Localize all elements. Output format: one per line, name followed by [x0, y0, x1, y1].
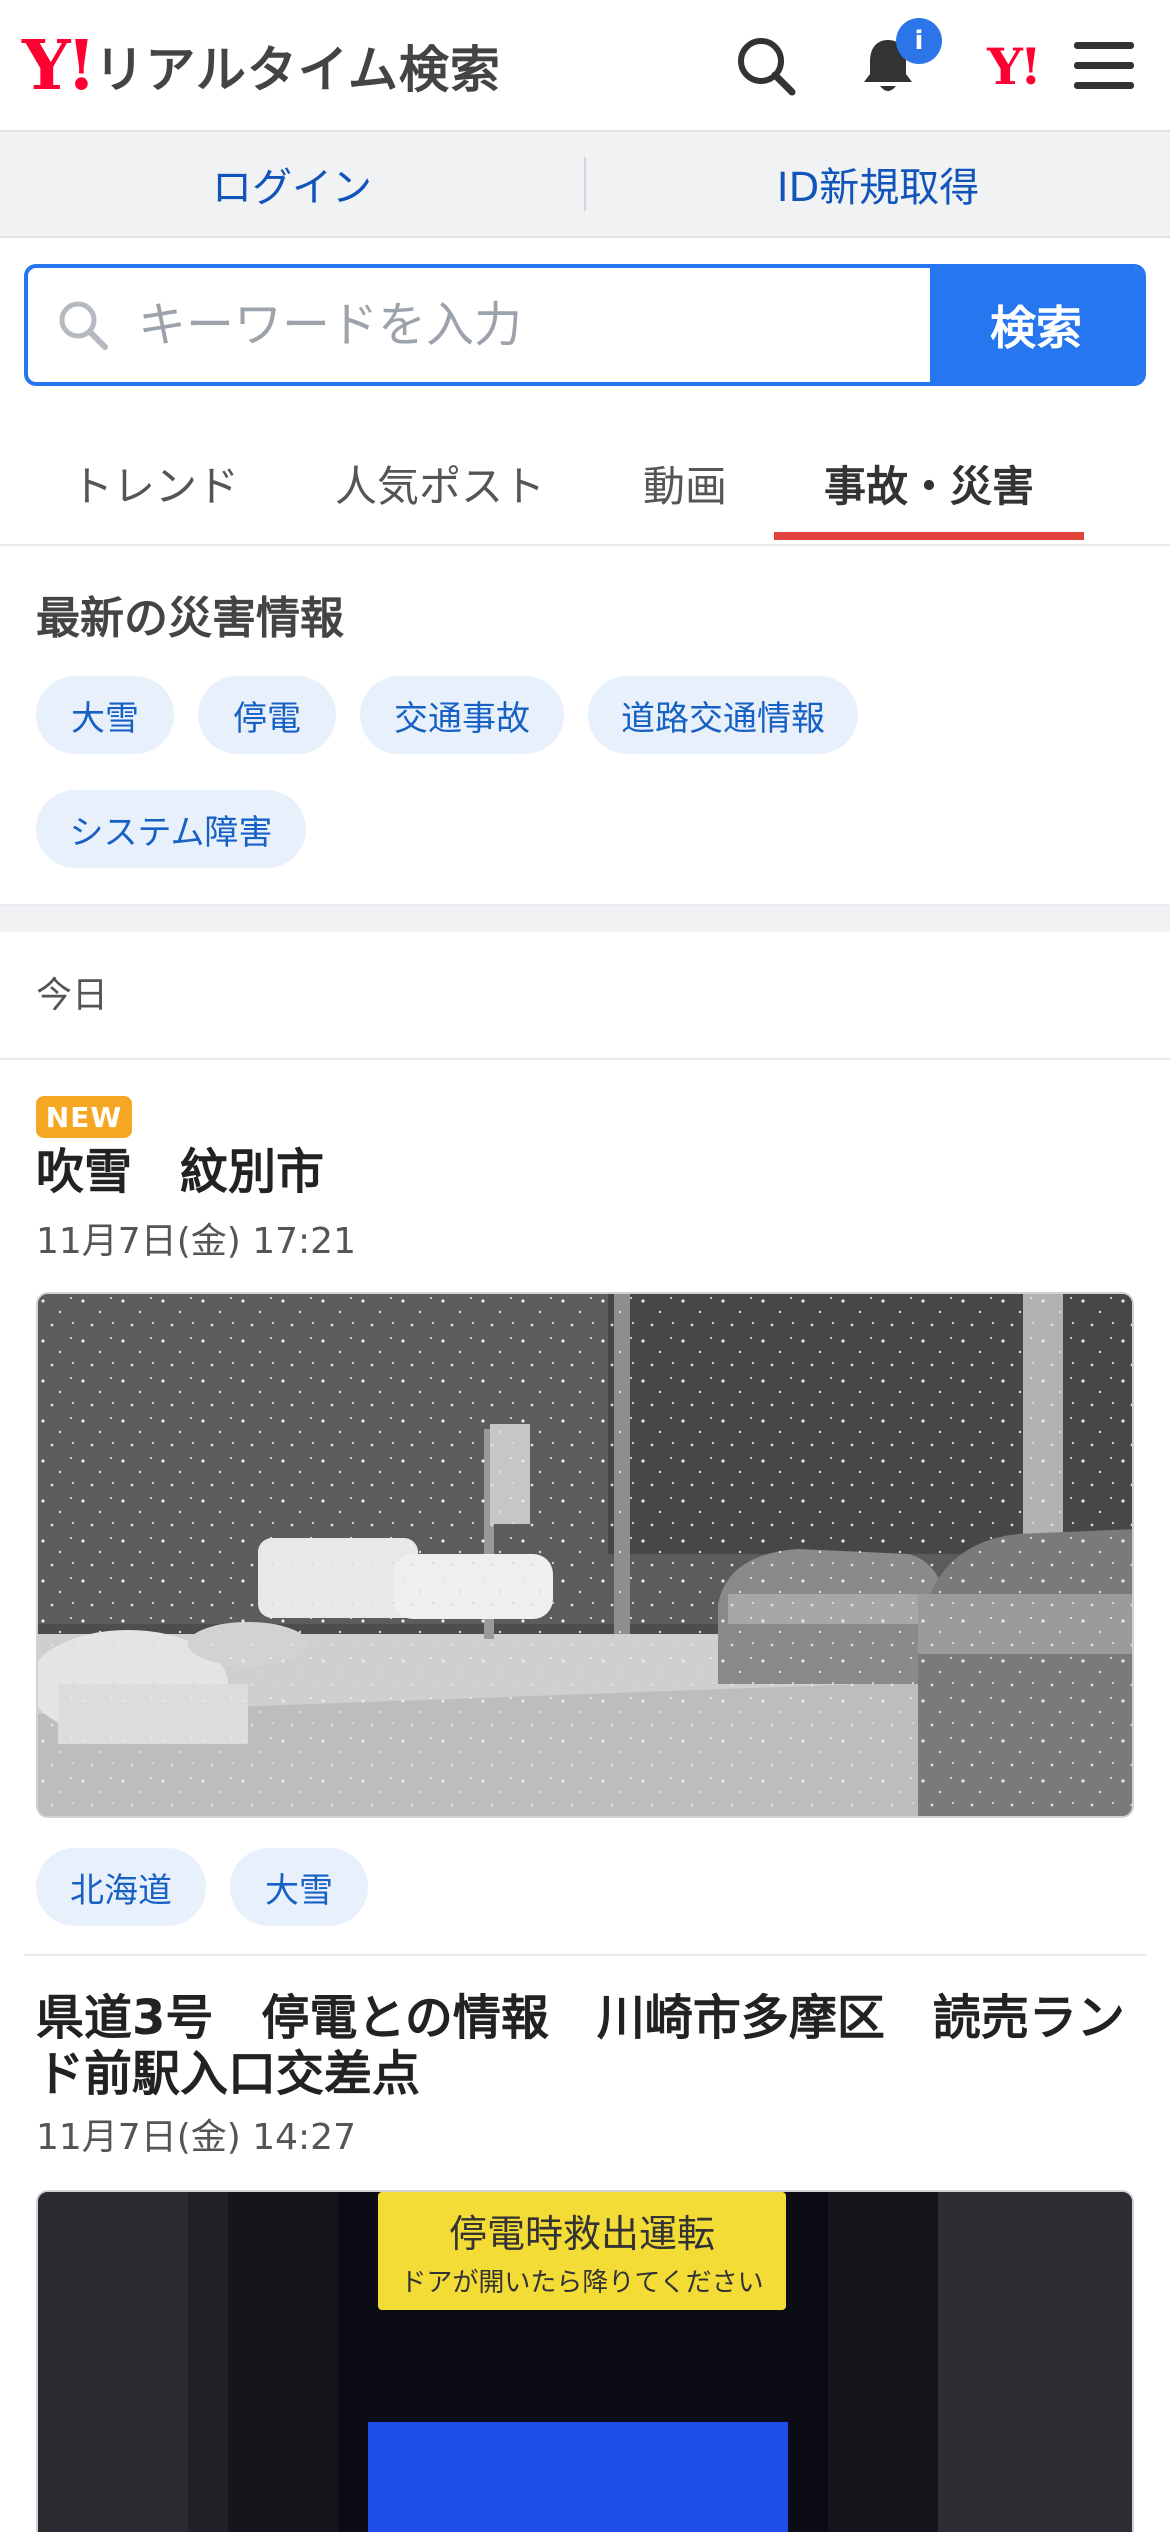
post-divider — [24, 1954, 1146, 1956]
category-tabs: トレンド 人気ポスト 動画 事故・災害 — [0, 420, 1170, 546]
tag-heavy-snow[interactable]: 大雪 — [230, 1848, 368, 1926]
tab-accident-disaster[interactable]: 事故・災害 — [774, 420, 1084, 546]
outage-rescue-sign: 停電時救出運転 ドアが開いたら降りてください — [378, 2192, 786, 2310]
post-timestamp: 11月7日(金) 17:21 — [36, 1221, 356, 1262]
search-bar: 検索 — [24, 264, 1146, 386]
logo-text: リアルタイム検索 — [94, 41, 501, 99]
notification-bell-icon[interactable]: i — [850, 18, 942, 104]
post-title[interactable]: 吹雪 紋別市 — [36, 1144, 1136, 1200]
search-input[interactable] — [138, 268, 930, 382]
tag-hokkaido[interactable]: 北海道 — [36, 1848, 206, 1926]
search-icon[interactable] — [728, 28, 804, 104]
search-button[interactable]: 検索 — [930, 268, 1142, 382]
section-separator — [0, 904, 1170, 932]
yahoo-japan-icon[interactable]: Y! — [968, 28, 1058, 104]
search-field-icon — [28, 268, 138, 382]
sign-line-1: 停電時救出運転 — [448, 2212, 715, 2256]
sign-line-2: ドアが開いたら降りてください — [400, 2268, 764, 2298]
post-title[interactable]: 県道3号 停電との情報 川崎市多摩区 読売ランド前駅入口交差点 — [36, 1990, 1136, 2102]
yahoo-logo-mark: Y! — [22, 26, 96, 106]
chip-road-traffic-info[interactable]: 道路交通情報 — [588, 676, 858, 754]
divider — [0, 1058, 1170, 1060]
tab-popular-posts[interactable]: 人気ポスト — [320, 420, 560, 546]
chip-traffic-accident[interactable]: 交通事故 — [360, 676, 564, 754]
section-title: 最新の災害情報 — [36, 593, 344, 644]
yahoo-mark-text: Y! — [987, 36, 1042, 96]
login-bar: ログイン ID新規取得 — [0, 132, 1170, 238]
login-link[interactable]: ログイン — [0, 155, 584, 213]
tab-video[interactable]: 動画 — [610, 420, 760, 546]
menu-icon[interactable] — [1066, 28, 1142, 104]
tab-trend[interactable]: トレンド — [40, 420, 270, 546]
app-header: Y! リアルタイム検索 i Y! — [0, 0, 1170, 132]
yahoo-realtime-logo[interactable]: Y! リアルタイム検索 — [22, 30, 501, 102]
chip-heavy-snow[interactable]: 大雪 — [36, 676, 174, 754]
post-image-snowstorm[interactable] — [36, 1292, 1134, 1818]
register-link[interactable]: ID新規取得 — [586, 155, 1170, 213]
active-tab-indicator — [774, 532, 1084, 540]
day-label: 今日 — [36, 975, 109, 1016]
post-timestamp: 11月7日(金) 14:27 — [36, 2117, 356, 2158]
chip-power-outage[interactable]: 停電 — [198, 676, 336, 754]
post-image-elevator-panel[interactable]: 停電時救出運転 ドアが開いたら降りてください — [36, 2190, 1134, 2532]
chip-system-failure[interactable]: システム障害 — [36, 790, 306, 868]
notification-badge: i — [896, 18, 942, 64]
new-badge: NEW — [36, 1096, 132, 1138]
